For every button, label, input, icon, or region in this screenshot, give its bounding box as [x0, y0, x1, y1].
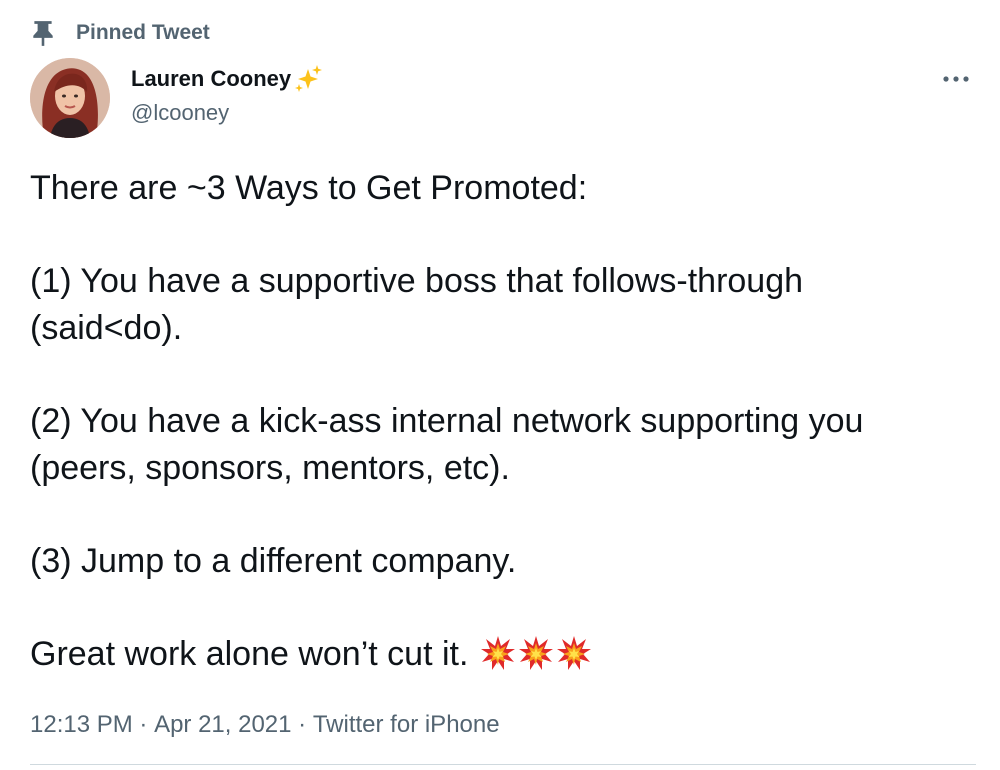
- tweet-metadata: 12:13 PM · Apr 21, 2021 · Twitter for iP…: [30, 705, 500, 745]
- tweet-date[interactable]: Apr 21, 2021: [154, 711, 291, 739]
- pin-icon: [33, 21, 53, 46]
- author-display-name[interactable]: Lauren Cooney: [131, 66, 291, 92]
- meta-separator: ·: [132, 711, 155, 738]
- tweet-author: Lauren Cooney @lcooney: [131, 62, 324, 126]
- pinned-label: Pinned Tweet: [76, 21, 210, 44]
- more-horizontal-icon: [943, 76, 969, 82]
- tweet-text: There are ~3 Ways to Get Promoted: (1) Y…: [30, 165, 975, 678]
- tweet-line: (3) Jump to a different company.: [30, 542, 517, 580]
- meta-separator: ·: [291, 711, 313, 738]
- more-options-button[interactable]: [936, 62, 976, 96]
- collision-icon: [480, 636, 515, 670]
- pinned-tweet-indicator: Pinned Tweet: [30, 18, 210, 48]
- tweet-source[interactable]: Twitter for iPhone: [313, 711, 500, 739]
- tweet-time[interactable]: 12:13 PM: [30, 711, 133, 739]
- tweet-line-final: Great work alone won’t cut it.: [30, 631, 975, 678]
- author-handle[interactable]: @lcooney: [131, 100, 324, 126]
- tweet-line: (said<do).: [30, 309, 183, 347]
- tweet-line: There are ~3 Ways to Get Promoted:: [30, 169, 588, 207]
- tweet-line-text: Great work alone won’t cut it.: [30, 635, 469, 673]
- sparkles-icon: [295, 65, 323, 92]
- collision-icon: [556, 636, 591, 670]
- avatar[interactable]: [30, 58, 110, 138]
- collision-icon: [518, 636, 553, 670]
- tweet-line: (peers, sponsors, mentors, etc).: [30, 449, 510, 487]
- tweet-line: (2) You have a kick-ass internal network…: [30, 402, 864, 440]
- tweet-line: (1) You have a supportive boss that foll…: [30, 262, 804, 300]
- divider: [30, 764, 976, 765]
- avatar-image: [30, 58, 110, 138]
